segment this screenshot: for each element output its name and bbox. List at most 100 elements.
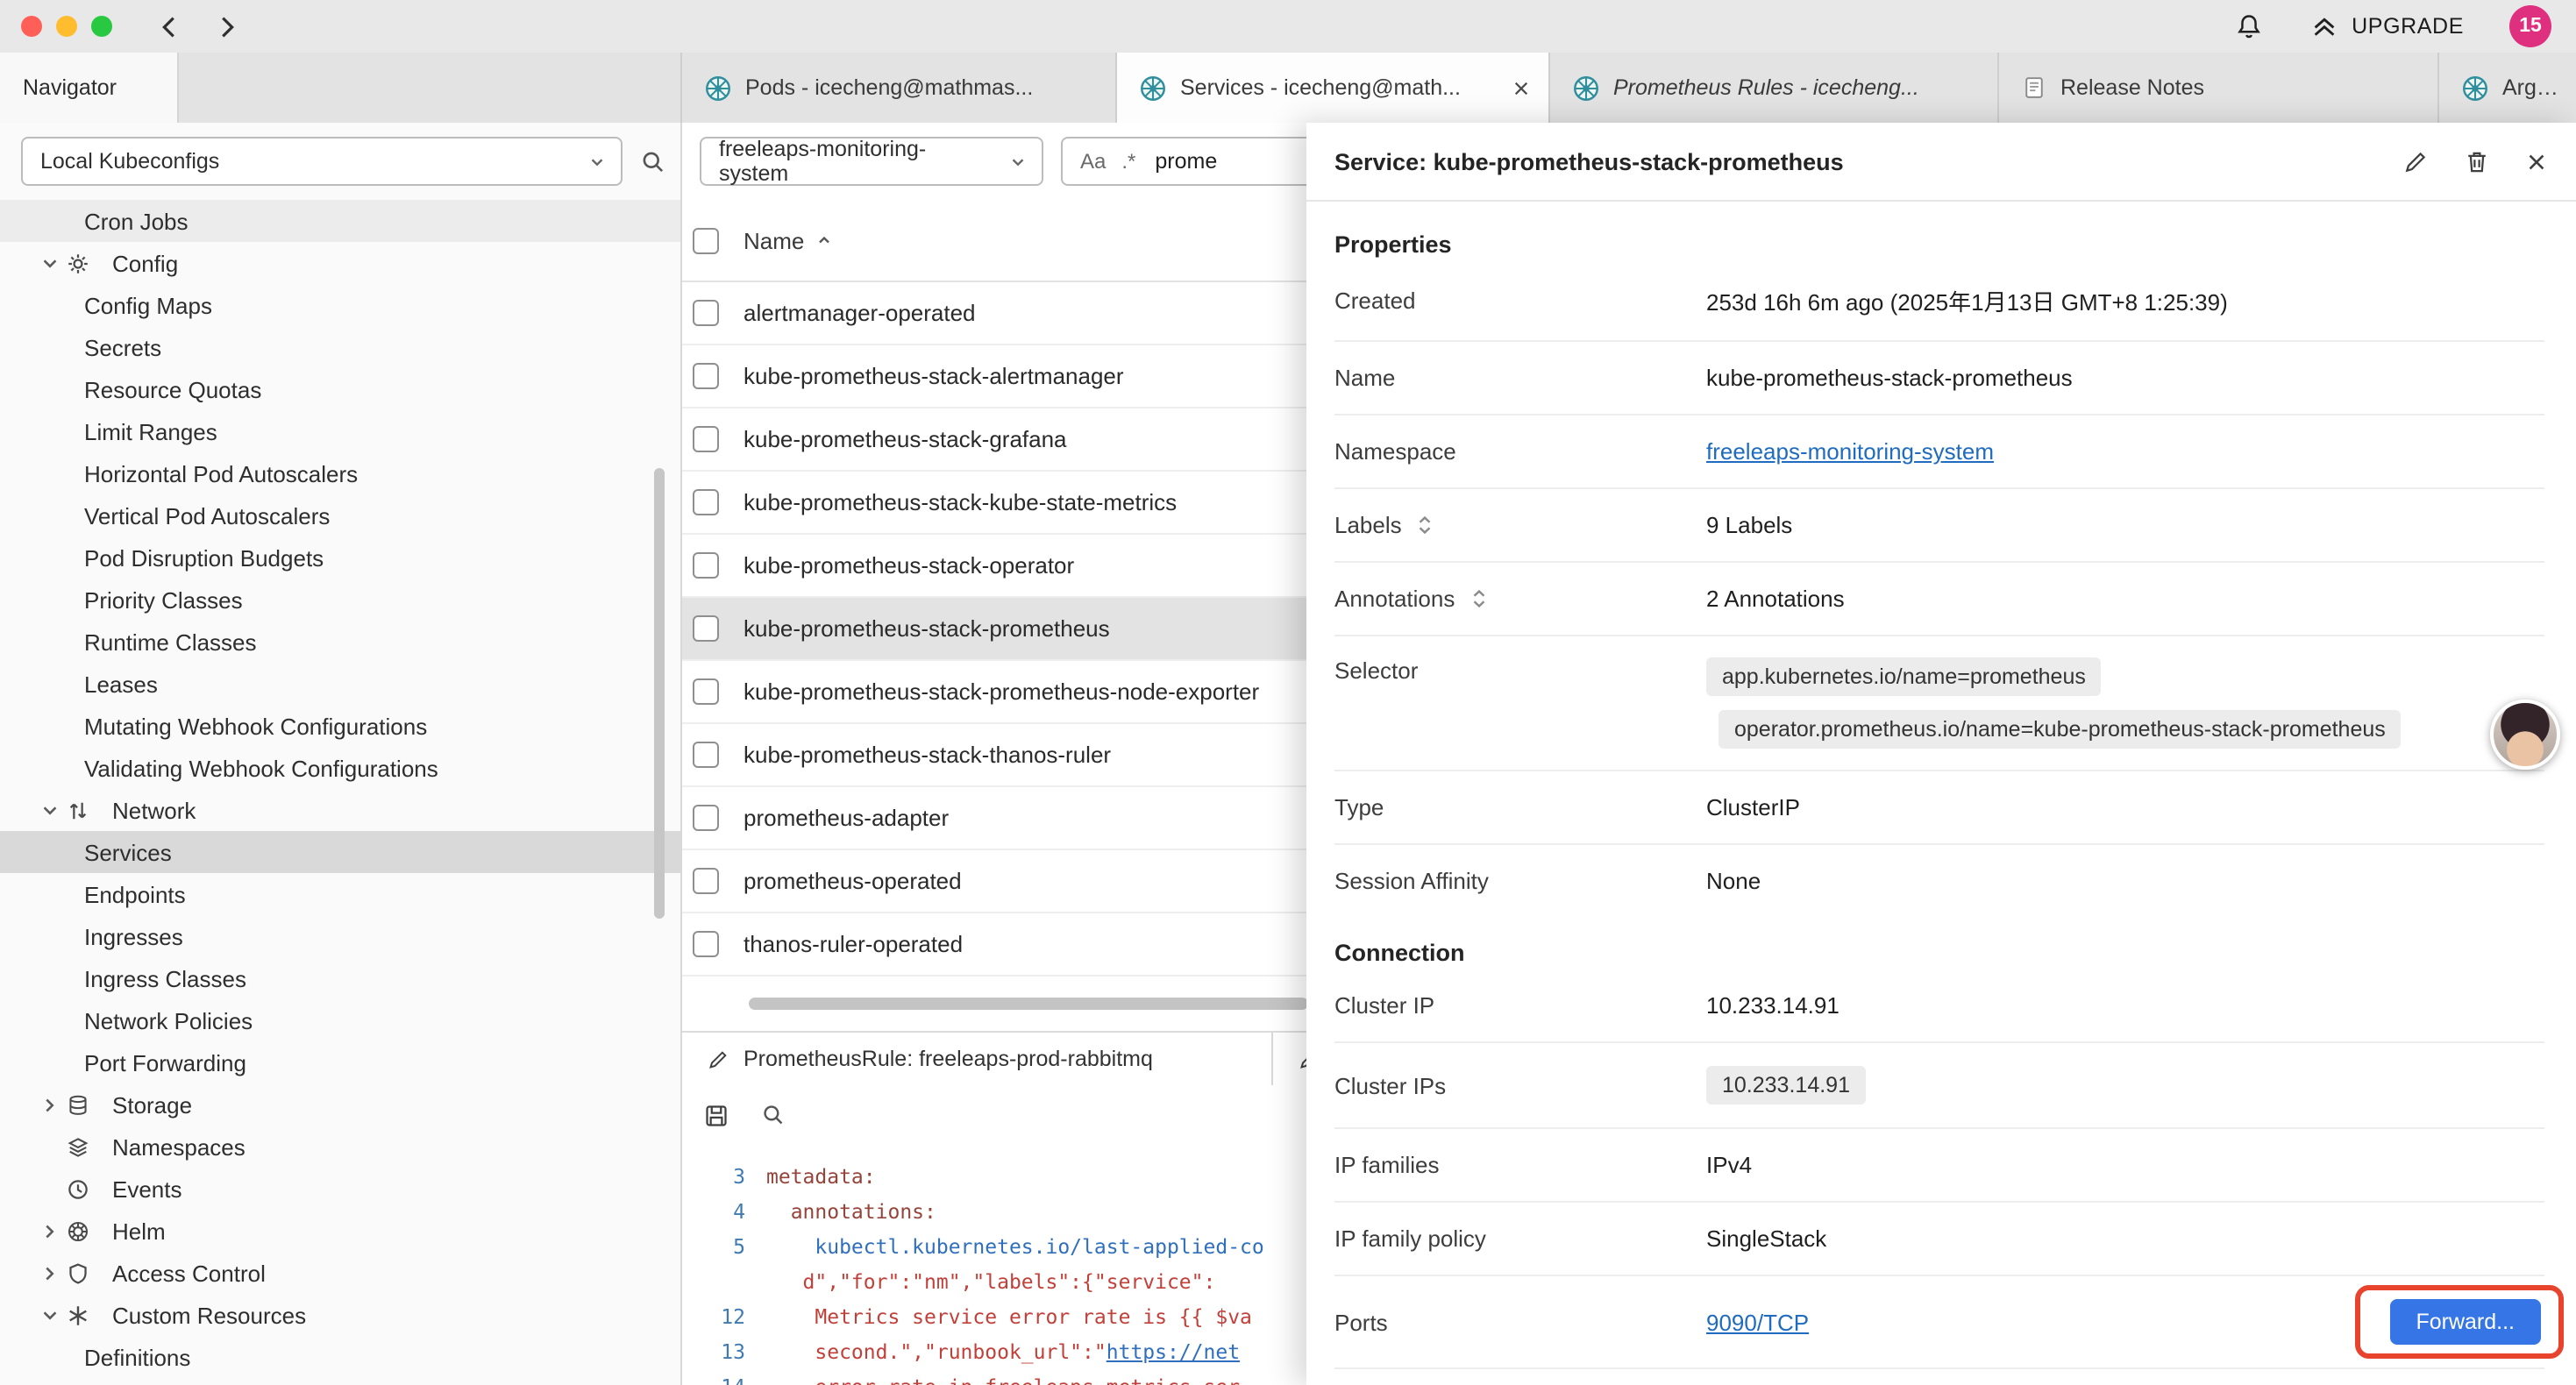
network-arrows-icon [67, 799, 102, 821]
navigator-scrollbar[interactable] [654, 468, 665, 919]
row-checkbox[interactable] [693, 426, 719, 452]
namespace-link[interactable]: freeleaps-monitoring-system [1706, 438, 1994, 465]
maximize-window-button[interactable] [91, 16, 112, 37]
tab-release-notes[interactable]: Release Notes [1999, 53, 2439, 123]
navigator-sidebar: Local Kubeconfigs Cron Jobs Config Confi… [0, 123, 682, 1385]
detail-row-namespace: Namespace freeleaps-monitoring-system [1334, 416, 2544, 489]
sidebar-item-cron-jobs[interactable]: Cron Jobs [0, 200, 680, 242]
kubernetes-icon [1573, 75, 1599, 101]
row-checkbox[interactable] [693, 552, 719, 579]
chevron-down-icon[interactable] [35, 1305, 63, 1325]
sidebar-item-mutating-webhook-configurations[interactable]: Mutating Webhook Configurations [0, 705, 680, 747]
back-arrow-icon[interactable] [154, 11, 184, 41]
sidebar-item-validating-webhook-configurations[interactable]: Validating Webhook Configurations [0, 747, 680, 789]
detail-row-session-affinity: Session Affinity None [1334, 845, 2544, 917]
edit-pencil-icon[interactable] [2402, 148, 2429, 174]
detail-row-ip-families: IP families IPv4 [1334, 1129, 2544, 1203]
sidebar-item-access-control[interactable]: Access Control [0, 1252, 680, 1294]
close-icon[interactable] [2525, 150, 2548, 173]
tab-pods[interactable]: Pods - icecheng@mathmas... [682, 53, 1117, 123]
detail-row-ports-2: 8080:reloader-web/TCP Forward... [1334, 1369, 2544, 1385]
regex-toggle[interactable]: .* [1121, 149, 1135, 174]
row-checkbox[interactable] [693, 615, 719, 642]
sidebar-item-horizontal-pod-autoscalers[interactable]: Horizontal Pod Autoscalers [0, 452, 680, 494]
sidebar-item-priority-classes[interactable]: Priority Classes [0, 579, 680, 621]
tab-services[interactable]: Services - icecheng@math... [1117, 53, 1550, 123]
chevron-right-icon[interactable] [35, 1095, 63, 1114]
trash-icon[interactable] [2464, 148, 2490, 174]
user-avatar[interactable] [2490, 700, 2560, 770]
detail-panel-title: Service: kube-prometheus-stack-prometheu… [1334, 148, 1844, 174]
sidebar-item-leases[interactable]: Leases [0, 663, 680, 705]
select-all-checkbox[interactable] [693, 227, 719, 253]
forward-button[interactable]: Forward... [2389, 1299, 2541, 1345]
close-window-button[interactable] [21, 16, 42, 37]
chevron-down-icon[interactable] [35, 800, 63, 820]
upgrade-label: UPGRADE [2352, 14, 2464, 39]
sidebar-item-ingresses[interactable]: Ingresses [0, 915, 680, 957]
horizontal-scrollbar[interactable] [749, 998, 1308, 1010]
detail-panel: Service: kube-prometheus-stack-prometheu… [1306, 123, 2576, 1385]
sidebar-item-namespaces[interactable]: Namespaces [0, 1126, 680, 1168]
sidebar-item-pod-disruption-budgets[interactable]: Pod Disruption Budgets [0, 536, 680, 579]
expander-icon[interactable] [1469, 587, 1488, 610]
sidebar-item-endpoints[interactable]: Endpoints [0, 873, 680, 915]
tab-argo[interactable]: Argo Se [2439, 53, 2576, 123]
chevron-right-icon[interactable] [35, 1221, 63, 1240]
sidebar-item-helm[interactable]: Helm [0, 1210, 680, 1252]
kubeconfig-selector[interactable]: Local Kubeconfigs [21, 137, 623, 186]
sidebar-item-network[interactable]: Network [0, 789, 680, 831]
search-icon[interactable] [761, 1103, 786, 1127]
sidebar-item-vertical-pod-autoscalers[interactable]: Vertical Pod Autoscalers [0, 494, 680, 536]
row-checkbox[interactable] [693, 868, 719, 894]
sidebar-item-config[interactable]: Config [0, 242, 680, 284]
selector-chip: app.kubernetes.io/name=prometheus [1706, 657, 2102, 696]
properties-heading: Properties [1334, 231, 2544, 258]
sidebar-item-events[interactable]: Events [0, 1168, 680, 1210]
editor-tab-prometheusrule[interactable]: PrometheusRule: freeleaps-prod-rabbitmq [682, 1033, 1273, 1085]
sidebar-item-network-policies[interactable]: Network Policies [0, 999, 680, 1041]
row-checkbox[interactable] [693, 805, 719, 831]
sidebar-item-runtime-classes[interactable]: Runtime Classes [0, 621, 680, 663]
upgrade-icon [2309, 11, 2339, 41]
sidebar-item-custom-resources[interactable]: Custom Resources [0, 1294, 680, 1336]
row-checkbox[interactable] [693, 931, 719, 957]
row-checkbox[interactable] [693, 489, 719, 515]
config-gear-icon [67, 252, 102, 274]
sidebar-item-resource-quotas[interactable]: Resource Quotas [0, 368, 680, 410]
detail-row-ip-family-policy: IP family policy SingleStack [1334, 1203, 2544, 1276]
row-checkbox[interactable] [693, 363, 719, 389]
row-checkbox[interactable] [693, 678, 719, 705]
helm-wheel-icon [67, 1219, 102, 1242]
chevron-right-icon[interactable] [35, 1263, 63, 1282]
row-checkbox[interactable] [693, 300, 719, 326]
search-icon[interactable] [640, 148, 666, 174]
sidebar-item-definitions[interactable]: Definitions [0, 1336, 680, 1378]
forward-arrow-icon[interactable] [212, 11, 242, 41]
sidebar-item-limit-ranges[interactable]: Limit Ranges [0, 410, 680, 452]
detail-row-cluster-ip: Cluster IP 10.233.14.91 [1334, 970, 2544, 1043]
sidebar-item-services[interactable]: Services [0, 831, 680, 873]
notification-count-badge[interactable]: 15 [2509, 5, 2551, 47]
tab-prometheus-rules[interactable]: Prometheus Rules - icecheng... [1550, 53, 1999, 123]
sidebar-item-config-maps[interactable]: Config Maps [0, 284, 680, 326]
row-checkbox[interactable] [693, 742, 719, 768]
chevron-down-icon[interactable] [35, 253, 63, 273]
notifications-bell-icon[interactable] [2234, 11, 2264, 41]
sidebar-item-ingress-classes[interactable]: Ingress Classes [0, 957, 680, 999]
expander-icon[interactable] [1416, 514, 1435, 536]
sidebar-item-secrets[interactable]: Secrets [0, 326, 680, 368]
name-column-header[interactable]: Name [744, 227, 832, 253]
save-icon[interactable] [703, 1102, 729, 1128]
upgrade-button[interactable]: UPGRADE [2309, 11, 2464, 41]
tab-navigator[interactable]: Navigator [0, 53, 179, 123]
port-link[interactable]: 9090/TCP [1706, 1309, 1809, 1335]
sidebar-item-storage[interactable]: Storage [0, 1083, 680, 1126]
minimize-window-button[interactable] [56, 16, 77, 37]
close-tab-icon[interactable] [1512, 78, 1531, 97]
namespace-selector[interactable]: freeleaps-monitoring-system [700, 137, 1043, 186]
detail-row-type: Type ClusterIP [1334, 771, 2544, 845]
sidebar-item-port-forwarding[interactable]: Port Forwarding [0, 1041, 680, 1083]
match-case-toggle[interactable]: Aa [1080, 149, 1106, 174]
navigator-tab-zone: Navigator [0, 53, 682, 123]
